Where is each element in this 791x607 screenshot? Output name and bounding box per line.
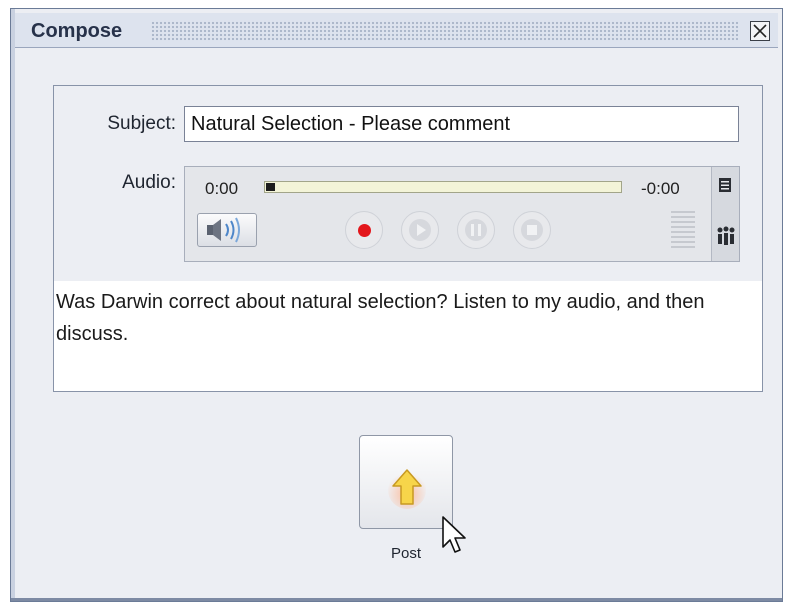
record-button[interactable] — [345, 211, 383, 249]
close-button[interactable] — [750, 21, 770, 41]
window-title: Compose — [31, 20, 123, 42]
stop-icon — [527, 225, 537, 235]
play-icon — [417, 224, 426, 236]
audio-side-panel — [711, 167, 739, 261]
volume-icon — [207, 217, 240, 243]
progress-handle[interactable] — [266, 183, 275, 191]
window-bottom-edge — [11, 598, 782, 601]
title-bar[interactable]: Compose — [15, 13, 778, 48]
window-left-edge — [11, 9, 15, 601]
title-bar-grip[interactable] — [151, 21, 738, 41]
record-icon — [358, 224, 371, 237]
audio-level-meter — [671, 211, 695, 251]
subject-input[interactable] — [184, 106, 739, 142]
elapsed-time: 0:00 — [205, 179, 239, 198]
play-button[interactable] — [401, 211, 439, 249]
menu-icon[interactable] — [718, 177, 732, 193]
post-label: Post — [390, 545, 421, 562]
remaining-time: -0:00 — [641, 179, 680, 198]
close-icon — [753, 24, 767, 38]
up-arrow-icon — [388, 469, 426, 509]
message-body-text[interactable]: Was Darwin correct about natural selecti… — [56, 286, 756, 350]
pause-button[interactable] — [457, 211, 495, 249]
volume-button[interactable] — [197, 213, 257, 247]
audio-label: Audio: — [122, 172, 176, 193]
audio-progress-bar[interactable] — [264, 181, 622, 193]
message-body-field[interactable]: Was Darwin correct about natural selecti… — [54, 281, 762, 391]
mouse-cursor-icon — [442, 516, 466, 553]
stop-button[interactable] — [513, 211, 551, 249]
pause-icon — [471, 224, 481, 236]
participants-icon[interactable] — [716, 225, 736, 247]
compose-window: Compose Subject: Audio: 0:00 -0:00 — [10, 8, 783, 602]
post-button[interactable] — [359, 435, 453, 529]
subject-label: Subject: — [107, 113, 176, 134]
audio-player: 0:00 -0:00 — [184, 166, 740, 262]
compose-form: Subject: Audio: 0:00 -0:00 — [53, 85, 763, 392]
